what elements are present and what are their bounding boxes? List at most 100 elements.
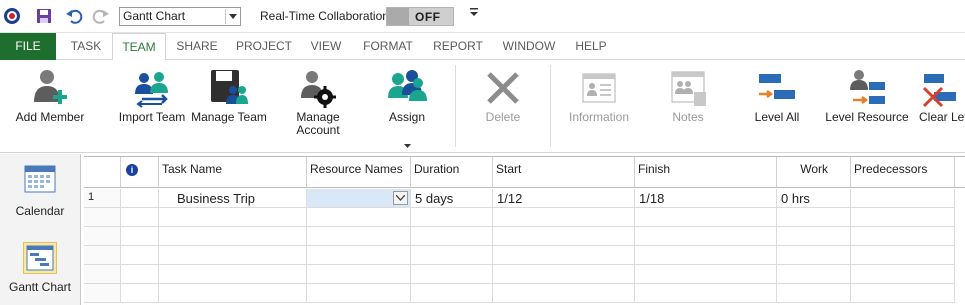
work-cell[interactable]: 0 hrs — [777, 189, 851, 208]
start-cell[interactable]: 1/12 — [493, 189, 635, 208]
chevron-down-icon[interactable] — [225, 9, 239, 24]
empty-cell[interactable] — [159, 227, 307, 246]
tab-view[interactable]: VIEW — [302, 33, 350, 60]
row-number[interactable]: 1 — [84, 189, 121, 208]
info-icon-glyph: i — [130, 165, 134, 175]
empty-row-header[interactable] — [84, 208, 121, 227]
add-member-button[interactable]: Add Member — [10, 60, 90, 150]
empty-cell[interactable] — [635, 208, 777, 227]
empty-cell[interactable] — [851, 208, 955, 227]
empty-row-header[interactable] — [84, 284, 121, 303]
tab-team[interactable]: TEAM — [112, 33, 166, 61]
undo-icon[interactable] — [64, 6, 84, 26]
level-resource-button[interactable]: Level Resource — [824, 60, 910, 150]
empty-cell[interactable] — [159, 246, 307, 265]
manage-account-icon — [298, 68, 338, 108]
redo-icon[interactable] — [91, 6, 111, 26]
task-name-header[interactable]: Task Name — [159, 157, 307, 188]
tab-share[interactable]: SHARE — [168, 33, 226, 60]
customize-toolbar-icon[interactable] — [470, 8, 478, 20]
delete-button[interactable]: Delete — [466, 60, 540, 150]
empty-cell[interactable] — [493, 208, 635, 227]
assign-button[interactable]: Assign — [370, 60, 444, 150]
empty-cell[interactable] — [411, 208, 493, 227]
empty-cell[interactable] — [635, 265, 777, 284]
clear-leveling-button[interactable]: Clear Lev — [912, 60, 965, 150]
empty-row-header[interactable] — [84, 246, 121, 265]
empty-cell[interactable] — [851, 246, 955, 265]
tab-report[interactable]: REPORT — [424, 33, 492, 60]
save-icon[interactable] — [34, 6, 54, 26]
empty-cell[interactable] — [159, 284, 307, 303]
toggle-knob — [387, 8, 409, 25]
empty-cell[interactable] — [493, 284, 635, 303]
notes-button[interactable]: Notes — [654, 60, 722, 150]
predecessors-cell[interactable] — [851, 189, 955, 208]
empty-cell[interactable] — [851, 227, 955, 246]
tab-project[interactable]: PROJECT — [228, 33, 300, 60]
empty-cell[interactable] — [777, 246, 851, 265]
empty-cell[interactable] — [777, 208, 851, 227]
work-header[interactable]: Work — [777, 157, 851, 188]
finish-header[interactable]: Finish — [635, 157, 777, 188]
empty-cell[interactable] — [411, 265, 493, 284]
view-select[interactable]: Gantt Chart — [119, 7, 241, 26]
empty-cell[interactable] — [307, 246, 411, 265]
empty-cell[interactable] — [493, 265, 635, 284]
empty-cell[interactable] — [493, 227, 635, 246]
empty-cell[interactable] — [777, 284, 851, 303]
chevron-down-icon[interactable] — [393, 191, 408, 205]
finish-cell[interactable]: 1/18 — [635, 189, 777, 208]
empty-cell[interactable] — [777, 265, 851, 284]
tab-task[interactable]: TASK — [60, 33, 112, 60]
empty-cell[interactable] — [121, 284, 159, 303]
select-all-header[interactable] — [84, 157, 121, 188]
row-indicator-cell[interactable] — [121, 189, 159, 208]
information-label: Information — [568, 110, 630, 124]
empty-cell[interactable] — [307, 265, 411, 284]
resource-names-header[interactable]: Resource Names — [307, 157, 411, 188]
tab-help[interactable]: HELP — [566, 33, 616, 60]
collaboration-toggle[interactable]: OFF — [386, 7, 454, 26]
empty-cell[interactable] — [159, 265, 307, 284]
assign-icon — [387, 68, 427, 108]
empty-cell[interactable] — [307, 208, 411, 227]
information-button[interactable]: Information — [560, 60, 638, 150]
indicators-header[interactable]: i — [121, 157, 159, 188]
empty-cell[interactable] — [635, 246, 777, 265]
empty-cell[interactable] — [777, 227, 851, 246]
empty-cell[interactable] — [851, 265, 955, 284]
empty-cell[interactable] — [493, 246, 635, 265]
empty-cell[interactable] — [121, 227, 159, 246]
task-name-cell[interactable]: Business Trip — [159, 189, 307, 208]
empty-cell[interactable] — [159, 208, 307, 227]
empty-cell[interactable] — [121, 265, 159, 284]
empty-cell[interactable] — [635, 284, 777, 303]
empty-cell[interactable] — [121, 208, 159, 227]
empty-cell[interactable] — [851, 284, 955, 303]
predecessors-header[interactable]: Predecessors — [851, 157, 955, 188]
view-calendar[interactable]: Calendar — [0, 162, 80, 222]
tab-format[interactable]: FORMAT — [354, 33, 422, 60]
duration-cell[interactable]: 5 days — [411, 189, 493, 208]
empty-cell[interactable] — [635, 227, 777, 246]
empty-cell[interactable] — [121, 246, 159, 265]
empty-row-header[interactable] — [84, 265, 121, 284]
start-header[interactable]: Start — [493, 157, 635, 188]
view-gantt-chart[interactable]: Gantt Chart — [0, 242, 80, 302]
assign-dropdown-icon[interactable] — [370, 138, 444, 152]
resource-names-cell[interactable] — [307, 189, 411, 208]
empty-row-header[interactable] — [84, 227, 121, 246]
empty-cell[interactable] — [411, 227, 493, 246]
duration-header[interactable]: Duration — [411, 157, 493, 188]
level-all-button[interactable]: Level All — [742, 60, 812, 150]
manage-account-button[interactable]: Manage Account — [280, 60, 356, 150]
empty-cell[interactable] — [307, 284, 411, 303]
manage-team-button[interactable]: Manage Team — [186, 60, 272, 150]
tab-window[interactable]: WINDOW — [494, 33, 564, 60]
empty-cell[interactable] — [307, 227, 411, 246]
tab-file[interactable]: FILE — [0, 33, 56, 60]
empty-cell[interactable] — [411, 246, 493, 265]
empty-cell[interactable] — [411, 284, 493, 303]
level-all-icon — [757, 68, 797, 108]
